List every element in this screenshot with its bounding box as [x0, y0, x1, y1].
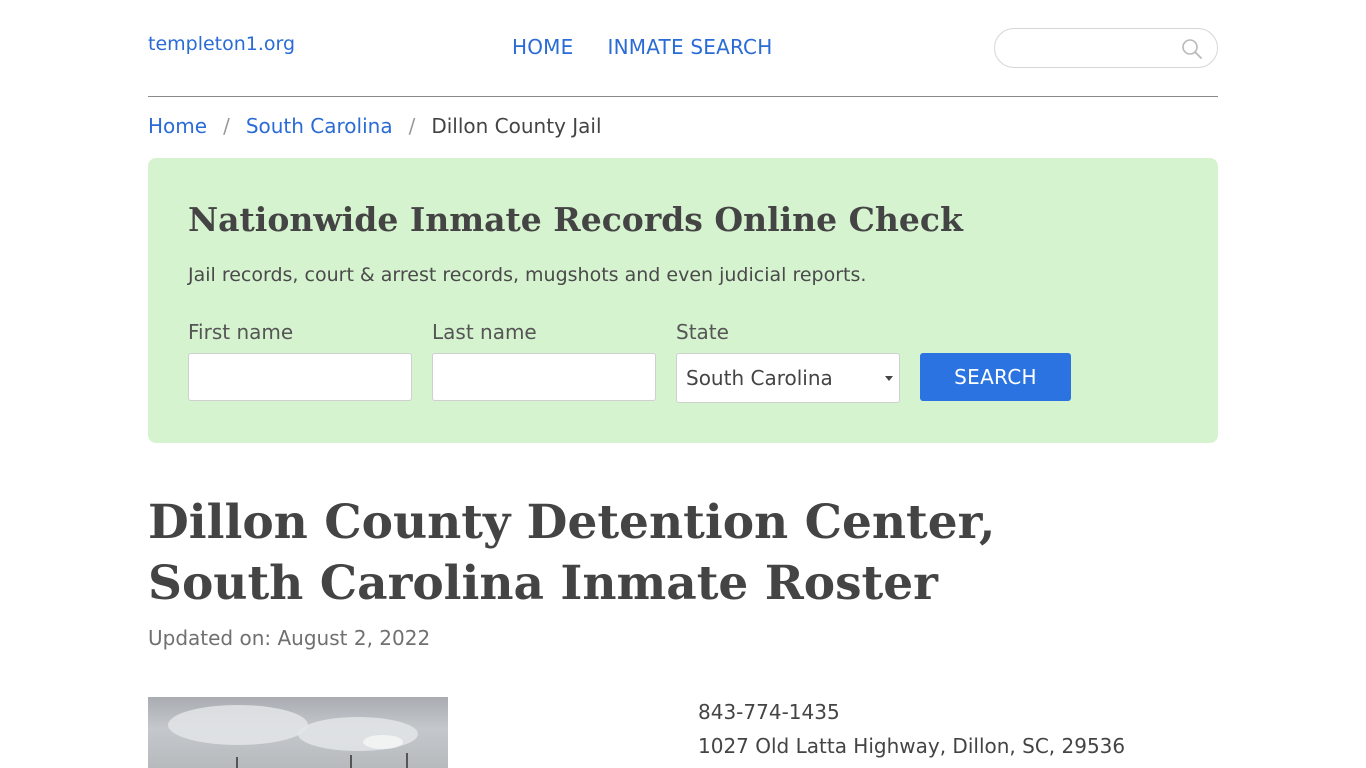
nav-inmate-search[interactable]: INMATE SEARCH	[607, 35, 772, 59]
inmate-search-panel: Nationwide Inmate Records Online Check J…	[148, 158, 1218, 443]
panel-title: Nationwide Inmate Records Online Check	[188, 200, 963, 239]
last-name-field[interactable]	[432, 353, 656, 401]
facility-phone: 843-774-1435	[698, 700, 840, 724]
search-icon[interactable]	[1181, 38, 1203, 60]
first-name-label: First name	[188, 320, 294, 344]
site-logo-link[interactable]: templeton1.org	[148, 33, 295, 55]
state-select-value: South Carolina	[686, 366, 833, 390]
breadcrumb-state[interactable]: South Carolina	[246, 114, 393, 138]
search-button[interactable]: SEARCH	[920, 353, 1071, 401]
facility-address: 1027 Old Latta Highway, Dillon, SC, 2953…	[698, 734, 1126, 758]
page-title: Dillon County Detention Center, South Ca…	[148, 495, 996, 611]
site-search	[994, 28, 1218, 68]
breadcrumb-separator: /	[223, 114, 230, 138]
header-divider	[148, 96, 1218, 97]
main-nav: HOME INMATE SEARCH	[512, 35, 772, 59]
state-label: State	[676, 320, 729, 344]
caret-down-icon	[885, 376, 893, 381]
updated-date: Updated on: August 2, 2022	[148, 626, 431, 650]
last-name-label: Last name	[432, 320, 537, 344]
state-select[interactable]: South Carolina	[676, 353, 900, 403]
first-name-field[interactable]	[188, 353, 412, 401]
breadcrumb-current: Dillon County Jail	[431, 114, 602, 138]
panel-subtitle: Jail records, court & arrest records, mu…	[188, 264, 867, 286]
site-search-input[interactable]	[1009, 29, 1179, 67]
facility-photo	[148, 697, 448, 768]
nav-home[interactable]: HOME	[512, 35, 573, 59]
breadcrumb: Home / South Carolina / Dillon County Ja…	[148, 114, 602, 138]
breadcrumb-home[interactable]: Home	[148, 114, 207, 138]
breadcrumb-separator: /	[408, 114, 416, 138]
